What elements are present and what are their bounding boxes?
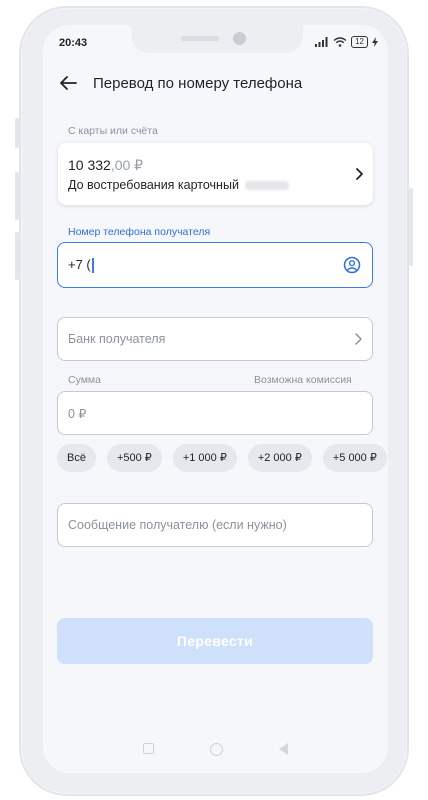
- battery-icon: 12: [351, 36, 368, 48]
- front-camera: [233, 32, 246, 45]
- status-icons: 12: [315, 36, 378, 48]
- text-caret: [91, 258, 94, 274]
- contact-book-icon[interactable]: [343, 256, 361, 274]
- chip-plus-500[interactable]: +500 ₽: [106, 444, 162, 472]
- transfer-button[interactable]: Перевести: [57, 618, 373, 664]
- bank-placeholder: Банк получателя: [68, 332, 166, 346]
- wifi-icon: [333, 37, 347, 47]
- commission-note: Возможна комиссия: [254, 374, 352, 386]
- signal-icon: [315, 37, 328, 47]
- back-triangle-icon[interactable]: [279, 743, 288, 755]
- quick-amount-chips: Всё +500 ₽ +1 000 ₽ +2 000 ₽ +5 000 ₽: [57, 444, 387, 472]
- masked-account-number: [244, 181, 289, 191]
- balance-main: 10 332: [68, 157, 111, 173]
- status-time: 20:43: [59, 37, 88, 49]
- page-title: Перевод по номеру телефона: [93, 74, 303, 92]
- account-name-text: До востребования карточный: [68, 178, 239, 192]
- sum-input[interactable]: 0 ₽: [57, 391, 373, 435]
- speaker: [181, 36, 219, 41]
- chip-plus-5000[interactable]: +5 000 ₽: [322, 444, 387, 472]
- chevron-right-icon: [355, 333, 362, 345]
- source-account-card[interactable]: 10 332,00 ₽ До востребования карточный: [58, 143, 373, 205]
- chevron-right-icon: [356, 168, 363, 180]
- source-label: С карты или счёта: [68, 125, 158, 137]
- message-input[interactable]: Сообщение получателю (если нужно): [57, 503, 373, 547]
- phone-value-text: +7 (: [68, 257, 91, 272]
- app-header: Перевод по номеру телефона: [57, 72, 302, 94]
- account-name: До востребования карточный: [68, 178, 289, 192]
- phone-input-value: +7 (: [68, 257, 94, 274]
- phone-screen: 20:43 12 Перевод по номеру телефона С ка…: [43, 25, 388, 773]
- chip-plus-2000[interactable]: +2 000 ₽: [247, 444, 312, 472]
- sum-label: Сумма: [68, 374, 101, 386]
- balance-decimal: ,00 ₽: [110, 157, 144, 173]
- recents-icon[interactable]: [143, 743, 154, 754]
- phone-power-button: [409, 188, 413, 266]
- charging-icon: [372, 37, 378, 47]
- system-navbar: [43, 743, 388, 756]
- notch: [131, 25, 303, 53]
- bank-select[interactable]: Банк получателя: [57, 317, 373, 361]
- chip-all[interactable]: Всё: [57, 444, 96, 472]
- sum-placeholder: 0 ₽: [68, 407, 87, 421]
- back-arrow-icon[interactable]: [57, 72, 79, 94]
- message-placeholder: Сообщение получателю (если нужно): [68, 518, 287, 532]
- phone-input[interactable]: +7 (: [57, 242, 373, 288]
- home-icon[interactable]: [210, 743, 223, 756]
- chip-plus-1000[interactable]: +1 000 ₽: [172, 444, 237, 472]
- phone-label: Номер телефона получателя: [68, 226, 211, 238]
- account-balance: 10 332,00 ₽: [68, 157, 143, 174]
